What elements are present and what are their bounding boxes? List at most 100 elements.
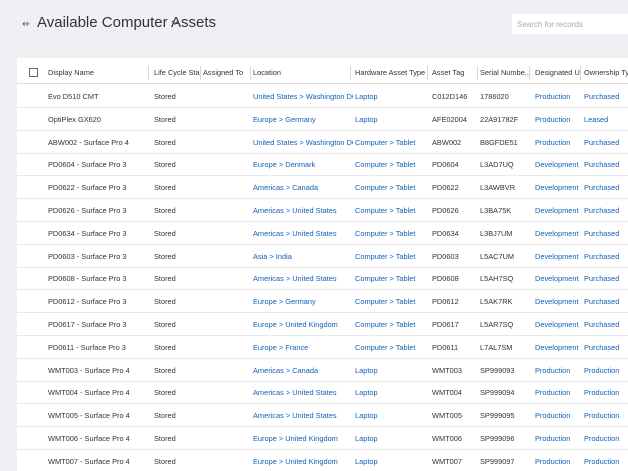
column-header-name[interactable]: Display Name (48, 62, 146, 84)
cell-ownership[interactable]: Purchased (584, 153, 628, 176)
table-row[interactable]: WMT005 - Surface Pro 4 Stored Americas > U… (17, 404, 628, 428)
table-row[interactable]: PD0626 - Surface Pro 3 Stored Americas > U… (17, 199, 628, 222)
table-row[interactable]: PD0611 - Surface Pro 3 Stored Europe > Fra… (17, 336, 628, 359)
cell-use[interactable]: Development (535, 267, 581, 290)
table-row[interactable]: PD0608 - Surface Pro 3 Stored Americas > U… (17, 267, 628, 291)
cell-location[interactable]: Americas > Canada (253, 359, 353, 382)
column-separator[interactable] (580, 66, 581, 80)
column-header-type[interactable]: Hardware Asset Type (355, 62, 430, 84)
cell-use[interactable]: Production (535, 427, 581, 450)
cell-type[interactable]: Computer > Tablet (355, 199, 430, 222)
column-header-serial[interactable]: Serial Numbe... (480, 62, 532, 84)
column-separator[interactable] (200, 66, 201, 80)
cell-location[interactable]: Europe > Denmark (253, 153, 353, 176)
cell-location[interactable]: Europe > United Kingdom (253, 450, 353, 471)
column-header-tag[interactable]: Asset Tag (432, 62, 478, 84)
cell-use[interactable]: Production (535, 359, 581, 382)
table-row[interactable]: PD0604 - Surface Pro 3 Stored Europe > Den… (17, 153, 628, 177)
cell-ownership[interactable]: Production (584, 381, 628, 404)
column-separator[interactable] (427, 66, 428, 80)
cell-location[interactable]: Europe > United Kingdom (253, 313, 353, 336)
cell-type[interactable]: Laptop (355, 450, 430, 471)
cell-ownership[interactable]: Purchased (584, 176, 628, 199)
cell-location[interactable]: Americas > United States (253, 199, 353, 222)
column-header-use[interactable]: Designated U... (535, 62, 581, 84)
table-row[interactable]: PD0612 - Surface Pro 3 Stored Europe > Ger… (17, 290, 628, 314)
table-row[interactable]: Evo D510 CMT Stored United States > Washin… (17, 85, 628, 108)
cell-type[interactable]: Laptop (355, 108, 430, 131)
cell-ownership[interactable]: Purchased (584, 313, 628, 336)
cell-type[interactable]: Computer > Tablet (355, 267, 430, 290)
column-separator[interactable] (250, 66, 251, 80)
table-row[interactable]: PD0603 - Surface Pro 3 Stored Asia > India… (17, 245, 628, 268)
cell-location[interactable]: Europe > France (253, 336, 353, 359)
column-header-status[interactable]: Life Cycle Sta... (154, 62, 202, 84)
cell-ownership[interactable]: Production (584, 359, 628, 382)
table-row[interactable]: WMT006 - Surface Pro 4 Stored Europe > Uni… (17, 427, 628, 450)
cell-use[interactable]: Production (535, 108, 581, 131)
cell-location[interactable]: Europe > Germany (253, 108, 353, 131)
cell-type[interactable]: Computer > Tablet (355, 222, 430, 245)
cell-ownership[interactable]: Purchased (584, 267, 628, 290)
cell-type[interactable]: Laptop (355, 85, 430, 108)
cell-location[interactable]: Americas > United States (253, 404, 353, 427)
cell-location[interactable]: United States > Washington DC ... (253, 131, 353, 154)
cell-type[interactable]: Computer > Tablet (355, 131, 430, 154)
cell-type[interactable]: Computer > Tablet (355, 290, 430, 313)
column-header-ownership[interactable]: Ownership Ty... (584, 62, 628, 84)
cell-type[interactable]: Laptop (355, 359, 430, 382)
cell-use[interactable]: Development (535, 153, 581, 176)
cell-use[interactable]: Development (535, 336, 581, 359)
search-input[interactable] (512, 14, 628, 34)
cell-type[interactable]: Computer > Tablet (355, 176, 430, 199)
cell-use[interactable]: Production (535, 404, 581, 427)
cell-ownership[interactable]: Production (584, 450, 628, 471)
table-row[interactable]: OptiPlex GX620 Stored Europe > Germany Lapt… (17, 108, 628, 131)
cell-type[interactable]: Computer > Tablet (355, 245, 430, 268)
cell-type[interactable]: Computer > Tablet (355, 153, 430, 176)
column-separator[interactable] (529, 66, 530, 80)
cell-location[interactable]: Europe > United Kingdom (253, 427, 353, 450)
cell-type[interactable]: Computer > Tablet (355, 313, 430, 336)
table-row[interactable]: WMT007 - Surface Pro 4 Stored Europe > Uni… (17, 450, 628, 471)
column-separator[interactable] (148, 66, 149, 80)
cell-use[interactable]: Production (535, 85, 581, 108)
cell-location[interactable]: Americas > United States (253, 267, 353, 290)
view-list-icon[interactable]: ⇷ (22, 20, 34, 30)
table-row[interactable]: ABW002 - Surface Pro 4 Stored United State… (17, 131, 628, 154)
cell-ownership[interactable]: Production (584, 427, 628, 450)
cell-type[interactable]: Laptop (355, 404, 430, 427)
cell-type[interactable]: Laptop (355, 381, 430, 404)
cell-ownership[interactable]: Purchased (584, 245, 628, 268)
cell-location[interactable]: Europe > Germany (253, 290, 353, 313)
column-separator[interactable] (350, 66, 351, 80)
cell-ownership[interactable]: Purchased (584, 131, 628, 154)
cell-type[interactable]: Laptop (355, 427, 430, 450)
column-separator[interactable] (477, 66, 478, 80)
table-row[interactable]: WMT003 - Surface Pro 4 Stored Americas > C… (17, 359, 628, 382)
cell-ownership[interactable]: Production (584, 404, 628, 427)
select-all-checkbox[interactable] (29, 68, 38, 77)
cell-location[interactable]: Americas > Canada (253, 176, 353, 199)
cell-use[interactable]: Development (535, 199, 581, 222)
chevron-down-icon[interactable] (170, 18, 180, 28)
cell-ownership[interactable]: Purchased (584, 336, 628, 359)
cell-use[interactable]: Development (535, 176, 581, 199)
cell-ownership[interactable]: Purchased (584, 85, 628, 108)
table-row[interactable]: PD0622 - Surface Pro 3 Stored Americas > C… (17, 176, 628, 200)
cell-use[interactable]: Production (535, 450, 581, 471)
cell-use[interactable]: Development (535, 290, 581, 313)
cell-ownership[interactable]: Leased (584, 108, 628, 131)
cell-ownership[interactable]: Purchased (584, 199, 628, 222)
cell-type[interactable]: Computer > Tablet (355, 336, 430, 359)
cell-use[interactable]: Development (535, 222, 581, 245)
cell-location[interactable]: United States > Washington DC (253, 85, 353, 108)
cell-use[interactable]: Development (535, 313, 581, 336)
table-row[interactable]: PD0617 - Surface Pro 3 Stored Europe > Uni… (17, 313, 628, 336)
cell-location[interactable]: Americas > United States (253, 222, 353, 245)
column-header-location[interactable]: Location (253, 62, 353, 84)
cell-use[interactable]: Production (535, 381, 581, 404)
table-row[interactable]: PD0634 - Surface Pro 3 Stored Americas > U… (17, 222, 628, 245)
cell-location[interactable]: Asia > India (253, 245, 353, 268)
cell-ownership[interactable]: Purchased (584, 290, 628, 313)
